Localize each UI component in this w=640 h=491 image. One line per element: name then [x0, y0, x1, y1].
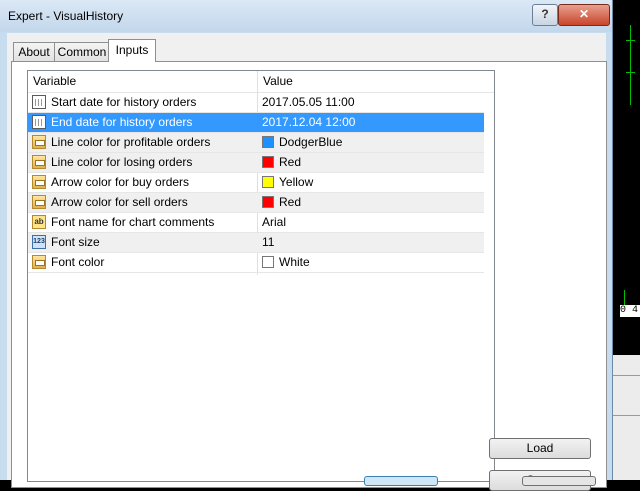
chart-bar — [630, 25, 631, 105]
input-row-sell-arrow-color[interactable]: Arrow color for sell orders Red — [28, 193, 484, 213]
value-text: Yellow — [279, 175, 314, 189]
load-button[interactable]: Load — [489, 438, 591, 459]
color-swatch — [262, 196, 274, 208]
value-text: 2017.12.04 12:00 — [262, 115, 356, 129]
input-row-loss-color[interactable]: Line color for losing orders Red — [28, 153, 484, 173]
input-row-buy-arrow-color[interactable]: Arrow color for buy orders Yellow — [28, 173, 484, 193]
color-swatch — [262, 176, 274, 188]
color-icon — [32, 155, 46, 169]
input-row-profit-color[interactable]: Line color for profitable orders DodgerB… — [28, 133, 484, 153]
variable-name: End date for history orders — [51, 115, 193, 129]
dialog-client: About Common Inputs Variable Value Start… — [7, 33, 607, 491]
title-bar[interactable]: Expert - VisualHistory ? ✕ — [0, 0, 612, 32]
color-swatch — [262, 136, 274, 148]
variable-name: Font color — [51, 255, 105, 269]
variable-name: Arrow color for buy orders — [51, 175, 190, 189]
chart-background: 0 4 — [612, 0, 640, 480]
price-label: 0 4 — [620, 305, 640, 317]
column-header-value[interactable]: Value — [258, 71, 484, 92]
input-row-end-date[interactable]: End date for history orders 2017.12.04 1… — [28, 113, 484, 133]
color-icon — [32, 135, 46, 149]
inputs-panel: Variable Value Start date for history or… — [11, 61, 607, 491]
variable-name: Arrow color for sell orders — [51, 195, 188, 209]
help-button[interactable]: ? — [532, 4, 558, 26]
chart-status-area — [612, 355, 640, 480]
color-icon — [32, 255, 46, 269]
color-swatch — [262, 156, 274, 168]
input-row-font-name[interactable]: ab Font name for chart comments Arial — [28, 213, 484, 233]
value-text: 2017.05.05 11:00 — [262, 95, 355, 109]
window-title: Expert - VisualHistory — [8, 9, 124, 23]
tab-inputs[interactable]: Inputs — [108, 39, 156, 62]
input-row-font-size[interactable]: 123 Font size 11 — [28, 233, 484, 253]
chart-tick — [626, 72, 635, 73]
color-swatch — [262, 256, 274, 268]
chart-tick — [626, 40, 635, 41]
variable-name: Start date for history orders — [51, 95, 197, 109]
cancel-button[interactable] — [522, 476, 596, 486]
datetime-icon — [32, 115, 46, 129]
integer-icon: 123 — [32, 235, 46, 249]
value-text: White — [279, 255, 310, 269]
tab-common[interactable]: Common — [54, 42, 110, 61]
datetime-icon — [32, 95, 46, 109]
variable-name: Line color for losing orders — [51, 155, 193, 169]
value-text: Red — [279, 155, 302, 169]
value-text: DodgerBlue — [279, 135, 343, 149]
close-button[interactable]: ✕ — [558, 4, 610, 26]
value-text: Red — [279, 195, 302, 209]
input-row-font-color[interactable]: Font color White — [28, 253, 484, 273]
inputs-grid[interactable]: Variable Value Start date for history or… — [27, 70, 495, 482]
grid-header: Variable Value — [28, 71, 494, 93]
variable-name: Font name for chart comments — [51, 215, 215, 229]
value-text: 11 — [262, 235, 275, 249]
expert-dialog: Expert - VisualHistory ? ✕ About Common … — [0, 0, 613, 491]
ok-button[interactable] — [364, 476, 438, 486]
variable-name: Font size — [51, 235, 100, 249]
string-icon: ab — [32, 215, 46, 229]
color-icon — [32, 175, 46, 189]
color-icon — [32, 195, 46, 209]
input-row-start-date[interactable]: Start date for history orders 2017.05.05… — [28, 93, 484, 113]
variable-name: Line color for profitable orders — [51, 135, 211, 149]
column-header-variable[interactable]: Variable — [28, 71, 257, 92]
value-text: Arial — [262, 215, 287, 229]
tab-about[interactable]: About — [13, 42, 55, 61]
